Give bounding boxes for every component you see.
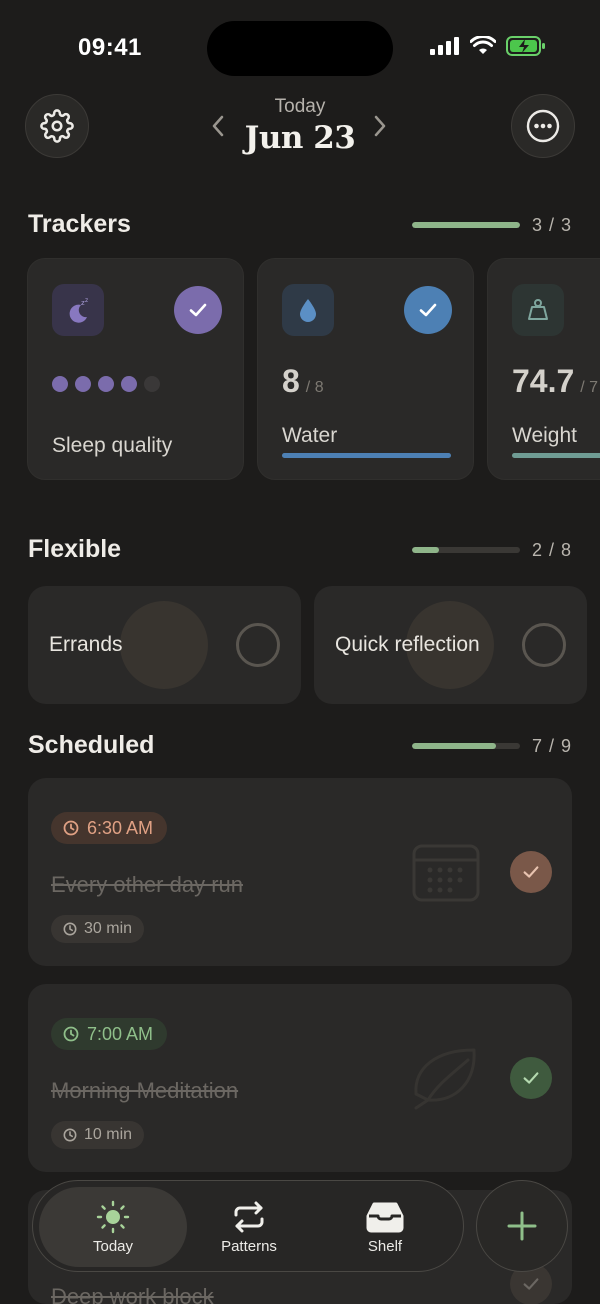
date-label: Today bbox=[274, 96, 326, 117]
wifi-icon bbox=[470, 36, 496, 54]
tracker-card-sleep[interactable]: z z Sleep quality bbox=[27, 258, 244, 480]
rating-dot-filled bbox=[98, 376, 114, 392]
time-pill: 6:30 AM bbox=[51, 812, 168, 844]
more-horizontal-icon bbox=[526, 109, 560, 143]
flexible-title: Flexible bbox=[28, 535, 122, 563]
dynamic-island bbox=[207, 21, 393, 76]
weight-progress-bar bbox=[512, 453, 600, 458]
flexible-progress-bar bbox=[412, 547, 520, 553]
status-icons bbox=[430, 36, 546, 56]
flexible-item-label: Quick reflection bbox=[335, 633, 480, 656]
date-value[interactable]: Jun 23 bbox=[0, 120, 600, 156]
trackers-progress-fill bbox=[412, 222, 520, 228]
scheduled-done-check[interactable] bbox=[510, 851, 552, 893]
time-text: 6:30 AM bbox=[87, 817, 154, 838]
rating-dot-empty bbox=[144, 376, 160, 392]
clock-icon bbox=[63, 1128, 77, 1142]
tab-label: Today bbox=[92, 1237, 134, 1255]
trackers-progress-bar bbox=[412, 222, 520, 228]
duration-text: 30 min bbox=[84, 920, 133, 937]
scheduled-count: 7 / 9 bbox=[532, 736, 573, 756]
tab-bar: Today Patterns Shelf bbox=[32, 1180, 464, 1272]
flexible-count: 2 / 8 bbox=[532, 540, 573, 560]
time-pill: 7:00 AM bbox=[51, 1018, 168, 1050]
flexible-item-quick-reflection[interactable]: Quick reflection bbox=[314, 586, 587, 704]
scheduled-title: Scheduled bbox=[28, 731, 155, 759]
flexible-progress-fill bbox=[412, 547, 439, 553]
flexible-item-checkbox[interactable] bbox=[522, 623, 566, 667]
flexible-item-checkbox[interactable] bbox=[236, 623, 280, 667]
plus-icon bbox=[507, 1211, 537, 1241]
tab-shelf[interactable]: Shelf bbox=[317, 1181, 453, 1273]
trackers-count: 3 / 3 bbox=[532, 215, 573, 235]
scheduled-item-meditation[interactable]: 7:00 AM Morning Meditation 10 min bbox=[28, 984, 572, 1172]
scheduled-item-title: Morning Meditation bbox=[51, 1078, 239, 1103]
battery-charging-icon bbox=[506, 36, 545, 56]
water-value: 8 bbox=[282, 363, 300, 399]
tab-today[interactable]: Today bbox=[39, 1181, 187, 1273]
water-done-check[interactable] bbox=[404, 286, 452, 334]
tracker-card-weight[interactable]: 74.7 / 7 Weight bbox=[487, 258, 600, 480]
weight-value-row: 74.7 / 7 bbox=[512, 363, 598, 400]
leaf-icon bbox=[414, 1048, 476, 1110]
scheduled-progress-bar bbox=[412, 743, 520, 749]
time-text: 7:00 AM bbox=[87, 1023, 154, 1044]
sleep-rating-dots bbox=[52, 376, 167, 397]
scheduled-item-title: Every other day run bbox=[51, 872, 243, 897]
sleep-done-check[interactable] bbox=[174, 286, 222, 334]
checkmark-icon bbox=[419, 303, 437, 317]
weight-progress-fill bbox=[512, 453, 600, 458]
rating-dot-filled bbox=[52, 376, 68, 392]
signal-icon bbox=[430, 37, 459, 55]
inbox-icon bbox=[366, 1202, 404, 1232]
weight-unit: / 7 bbox=[580, 379, 599, 396]
water-unit: / 8 bbox=[305, 379, 324, 396]
scheduled-item-run[interactable]: 6:30 AM Every other day run 30 min bbox=[28, 778, 572, 966]
sun-icon bbox=[96, 1200, 130, 1233]
tracker-card-water[interactable]: 8 / 8 Water bbox=[257, 258, 474, 480]
more-options-button[interactable] bbox=[511, 94, 575, 158]
svg-text:z: z bbox=[85, 297, 88, 304]
next-day-button[interactable] bbox=[368, 112, 392, 140]
scheduled-item-title: Deep work block bbox=[51, 1284, 214, 1304]
checkmark-icon bbox=[523, 1278, 539, 1290]
flexible-item-highlight bbox=[120, 601, 208, 689]
clock-icon bbox=[63, 922, 77, 936]
duration-pill: 30 min bbox=[51, 915, 145, 943]
rating-dot-filled bbox=[121, 376, 137, 392]
clock-icon bbox=[63, 820, 79, 836]
scheduled-done-check[interactable] bbox=[510, 1057, 552, 1099]
tracker-label-sleep: Sleep quality bbox=[52, 434, 173, 457]
tab-patterns[interactable]: Patterns bbox=[181, 1181, 317, 1273]
chevron-right-icon bbox=[374, 115, 386, 137]
rating-dot-filled bbox=[75, 376, 91, 392]
duration-pill: 10 min bbox=[51, 1121, 145, 1149]
tab-label: Patterns bbox=[221, 1237, 277, 1255]
water-drop-icon bbox=[282, 284, 334, 336]
scale-icon bbox=[512, 284, 564, 336]
tracker-label-water: Water bbox=[282, 424, 338, 447]
trackers-title: Trackers bbox=[28, 210, 131, 238]
repeat-icon bbox=[234, 1201, 264, 1232]
calendar-icon bbox=[412, 844, 480, 902]
tab-label: Shelf bbox=[367, 1237, 403, 1255]
water-progress-bar bbox=[282, 453, 451, 458]
water-value-row: 8 / 8 bbox=[282, 363, 324, 400]
tracker-label-weight: Weight bbox=[512, 424, 577, 447]
flexible-item-label: Errands bbox=[49, 633, 123, 656]
scheduled-progress-fill bbox=[412, 743, 497, 749]
duration-text: 10 min bbox=[84, 1126, 133, 1143]
checkmark-icon bbox=[189, 303, 207, 317]
water-progress-fill bbox=[282, 453, 451, 458]
clock-icon bbox=[63, 1026, 79, 1042]
status-time: 09:41 bbox=[78, 34, 142, 61]
sleep-moon-icon: z z bbox=[52, 284, 104, 336]
weight-value: 74.7 bbox=[512, 363, 575, 399]
tracker-card-weight-clip: 74.7 / 7 Weight bbox=[487, 258, 600, 480]
checkmark-icon bbox=[523, 866, 539, 878]
checkmark-icon bbox=[523, 1072, 539, 1084]
flexible-item-errands[interactable]: Errands bbox=[28, 586, 301, 704]
add-button[interactable] bbox=[476, 1180, 568, 1272]
